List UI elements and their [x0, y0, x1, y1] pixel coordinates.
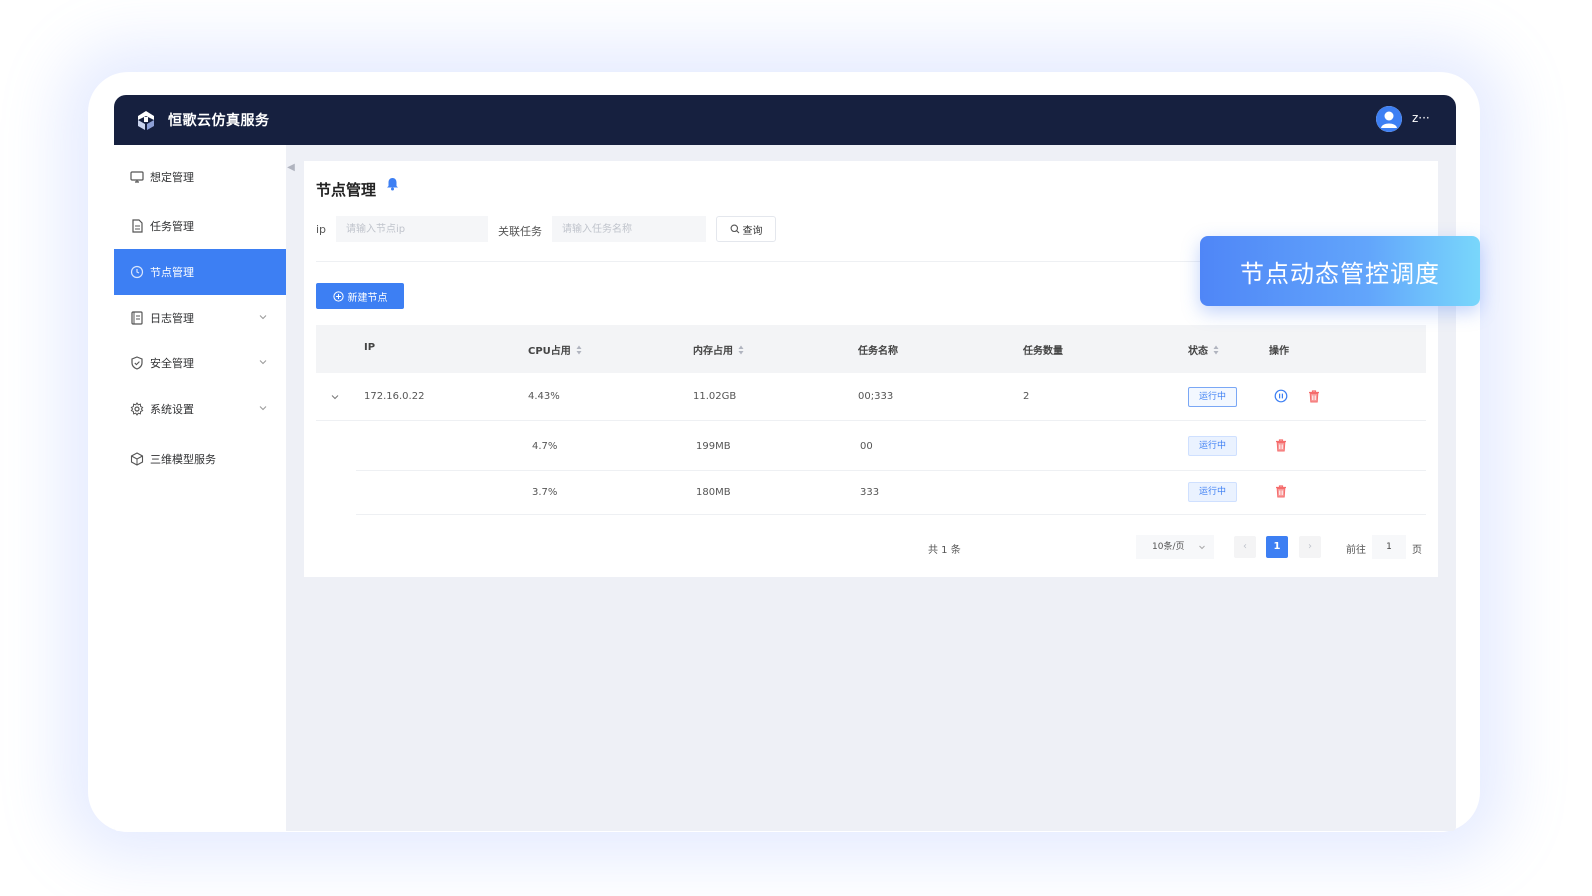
sidebar-item-label: 节点管理: [150, 266, 194, 279]
sort-icon[interactable]: [1213, 345, 1219, 355]
sidebar-item-task[interactable]: 任务管理: [114, 203, 286, 249]
cell-cpu: 4.43%: [528, 391, 560, 402]
gear-icon: [130, 402, 144, 416]
delete-icon[interactable]: [1274, 484, 1288, 498]
user-icon: [1376, 106, 1402, 132]
sidebar-item-label: 想定管理: [150, 171, 194, 184]
column-ip: IP: [364, 342, 376, 353]
cube-icon: [130, 452, 144, 466]
pause-icon[interactable]: [1274, 389, 1288, 403]
cell-memory: 180MB: [696, 487, 731, 498]
page-size-select[interactable]: 10条/页: [1136, 535, 1214, 559]
chevron-down-icon: [1199, 545, 1205, 550]
sidebar-item-label: 三维模型服务: [150, 453, 216, 466]
user-name[interactable]: z···: [1412, 111, 1430, 125]
sidebar-item-scenario[interactable]: 想定管理: [114, 154, 286, 200]
app-title: 恒歌云仿真服务: [168, 113, 270, 129]
column-cpu[interactable]: CPU占用: [528, 342, 582, 357]
page-title: 节点管理: [316, 181, 377, 199]
goto-label: 前往: [1346, 545, 1366, 556]
plus-circle-icon: [332, 290, 344, 302]
main-content: 节点管理 ip 关联任务 查询 新建节点 IP: [304, 161, 1438, 577]
ip-label: ip: [316, 223, 327, 236]
chevron-down-icon: [259, 406, 267, 411]
task-label: 关联任务: [498, 225, 542, 238]
avatar[interactable]: [1376, 106, 1402, 132]
document-icon: [132, 219, 143, 233]
table-child-row: 3.7% 180MB 333 运行中: [356, 471, 1426, 515]
sidebar-item-log[interactable]: 日志管理: [114, 295, 286, 341]
page-number-button[interactable]: 1: [1266, 536, 1288, 558]
task-name-input[interactable]: [552, 216, 706, 242]
cell-cpu: 4.7%: [532, 441, 558, 452]
cell-task-name: 333: [860, 487, 880, 498]
table-header: IP CPU占用 内存占用 任务名称 任务数量 状态 操作: [316, 325, 1426, 373]
cell-memory: 199MB: [696, 441, 731, 452]
sort-icon[interactable]: [738, 345, 744, 355]
new-node-button[interactable]: 新建节点: [316, 283, 404, 309]
sidebar-item-security[interactable]: 安全管理: [114, 340, 286, 386]
pagination-total: 共 1 条: [928, 545, 961, 556]
table-row: 172.16.0.22 4.43% 11.02GB 00;333 2 运行中: [316, 373, 1426, 421]
column-task-count: 任务数量: [1023, 346, 1063, 357]
top-bar: 恒歌云仿真服务 z···: [114, 95, 1456, 145]
sidebar-collapse-button[interactable]: ◀: [286, 159, 296, 177]
delete-icon[interactable]: [1307, 389, 1321, 403]
feature-callout: 节点动态管控调度: [1200, 236, 1480, 306]
goto-page-input[interactable]: [1372, 535, 1406, 559]
sidebar-item-label: 任务管理: [150, 220, 194, 233]
column-actions: 操作: [1269, 346, 1289, 357]
sidebar-item-label: 系统设置: [150, 403, 194, 416]
sidebar-item-label: 日志管理: [150, 312, 194, 325]
log-icon: [131, 311, 143, 325]
new-node-label: 新建节点: [347, 292, 388, 304]
cell-ip: 172.16.0.22: [364, 391, 425, 402]
search-icon: [730, 224, 739, 234]
chevron-down-icon: [259, 315, 267, 320]
page-size-value: 10条/页: [1152, 542, 1185, 552]
sort-icon[interactable]: [576, 345, 582, 355]
query-label: 查询: [742, 225, 763, 237]
monitor-icon: [130, 171, 144, 183]
column-status[interactable]: 状态: [1188, 342, 1219, 357]
table-child-row: 4.7% 199MB 00 运行中: [356, 421, 1426, 471]
query-button[interactable]: 查询: [716, 216, 776, 242]
sidebar-item-label: 安全管理: [150, 357, 194, 370]
sidebar-item-node[interactable]: 节点管理: [114, 249, 286, 295]
page-unit-label: 页: [1412, 545, 1422, 556]
status-badge: 运行中: [1188, 436, 1238, 456]
status-badge: 运行中: [1188, 387, 1238, 407]
chevron-down-icon[interactable]: [330, 392, 340, 402]
delete-icon[interactable]: [1274, 438, 1288, 452]
app-window: 恒歌云仿真服务 z··· 想定管理 任务管理 节点管理 日志管理 安全管理 系统…: [114, 95, 1456, 831]
next-page-button[interactable]: ›: [1299, 536, 1321, 558]
column-task-name: 任务名称: [858, 346, 898, 357]
cell-task-name: 00;333: [858, 391, 894, 402]
chevron-down-icon: [259, 360, 267, 365]
bell-icon: [387, 178, 398, 191]
cell-task-count: 2: [1023, 391, 1030, 402]
logo-icon: [138, 111, 154, 130]
pagination: 共 1 条 10条/页 ‹ 1 › 前往 页: [304, 527, 1438, 567]
sidebar-item-settings[interactable]: 系统设置: [114, 386, 286, 432]
sidebar: 想定管理 任务管理 节点管理 日志管理 安全管理 系统设置 三维模型服务: [114, 145, 286, 831]
status-badge: 运行中: [1188, 482, 1238, 502]
ip-input[interactable]: [336, 216, 488, 242]
cell-memory: 11.02GB: [693, 391, 737, 402]
cell-cpu: 3.7%: [532, 487, 558, 498]
shield-icon: [131, 356, 143, 370]
column-memory[interactable]: 内存占用: [693, 342, 744, 357]
sidebar-item-3d-model[interactable]: 三维模型服务: [114, 436, 286, 482]
clock-icon: [130, 265, 144, 279]
prev-page-button[interactable]: ‹: [1234, 536, 1256, 558]
cell-task-name: 00: [860, 441, 873, 452]
